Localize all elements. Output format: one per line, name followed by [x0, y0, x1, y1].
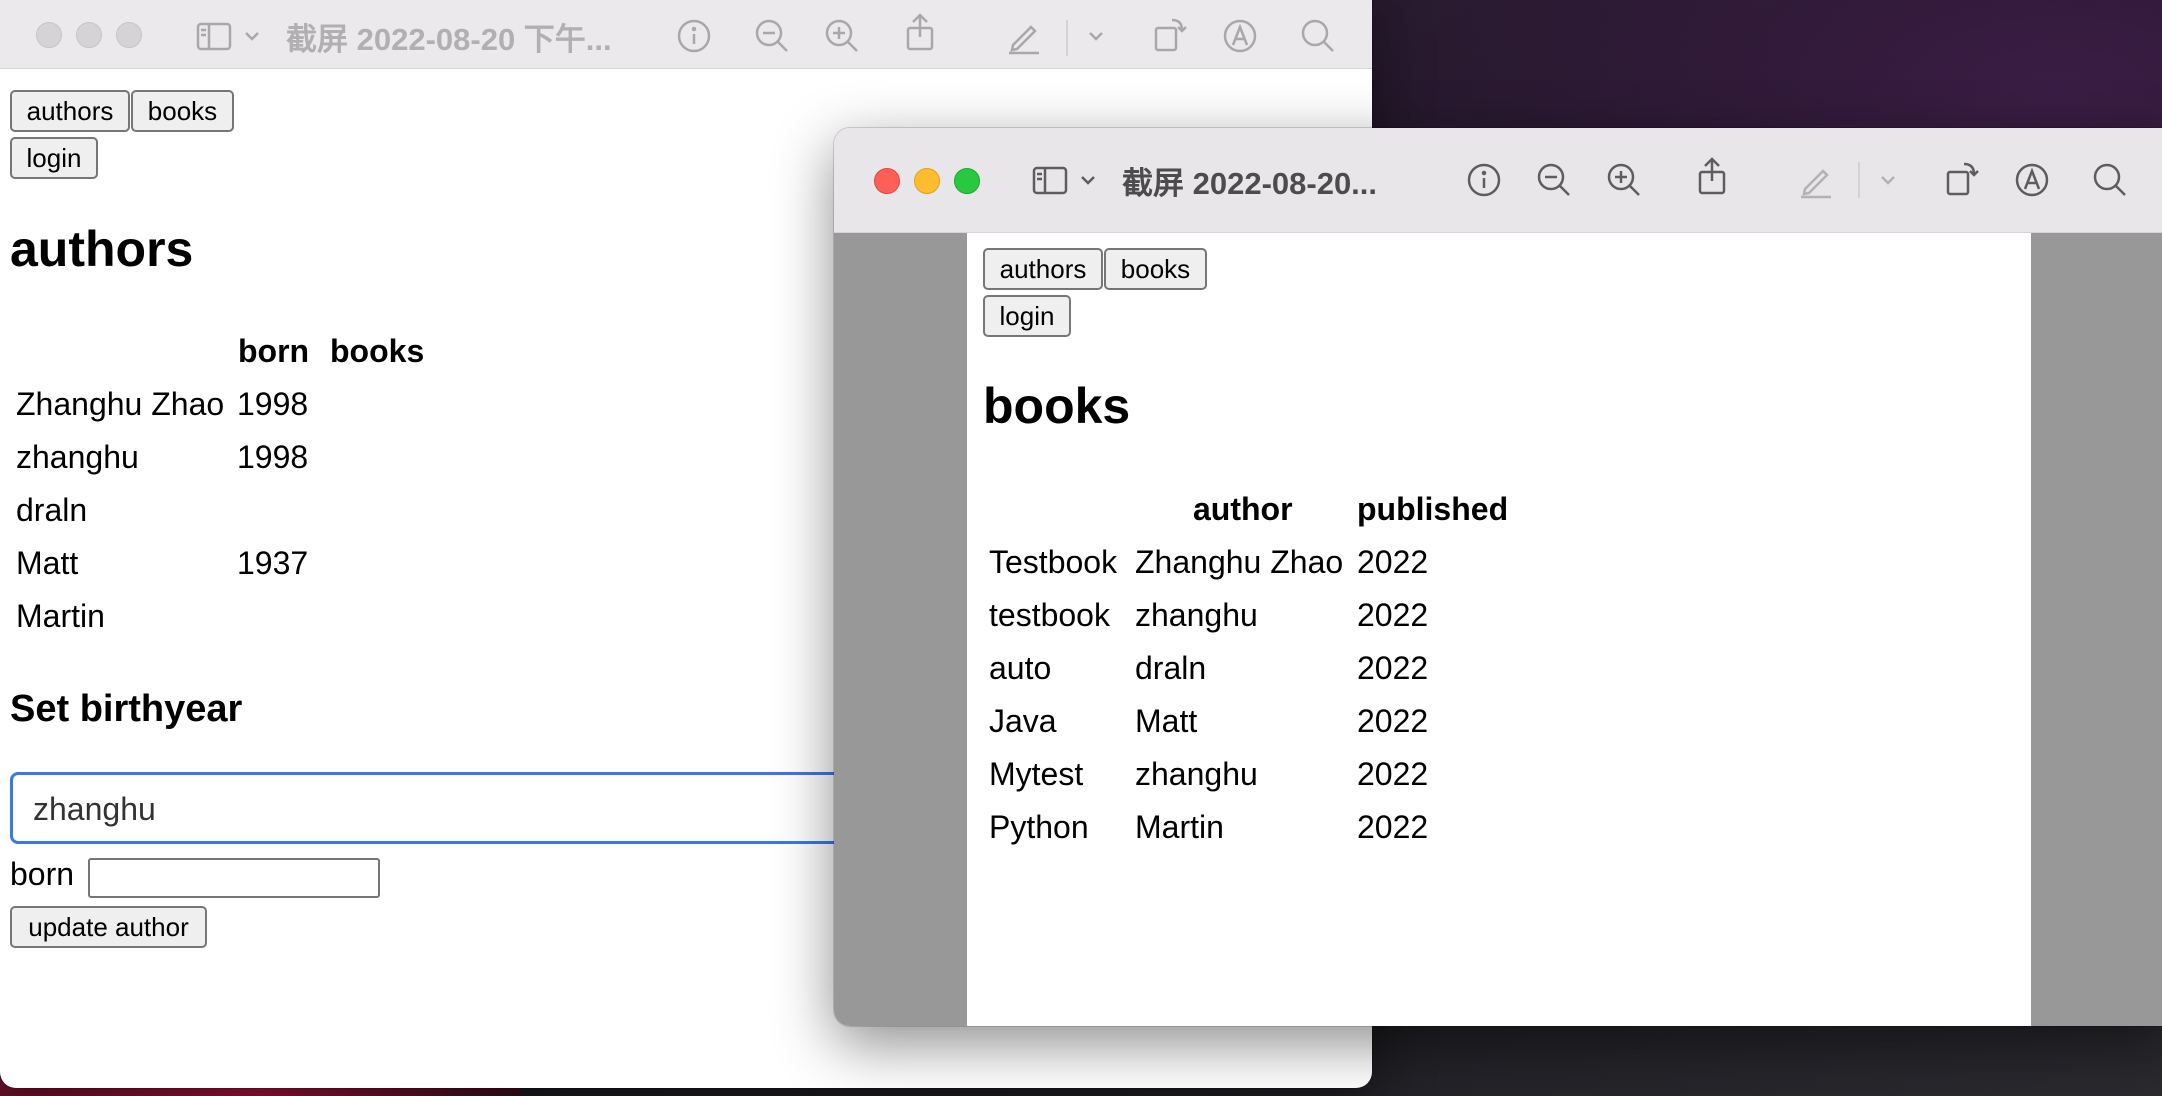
table-cell-born: 1998: [237, 386, 309, 422]
share-icon[interactable]: [1692, 156, 1732, 196]
close-button[interactable]: [36, 22, 62, 48]
table-cell-author: Matt: [1135, 703, 1198, 739]
sidebar-icon[interactable]: [1030, 160, 1070, 200]
table-cell-author: draln: [1135, 650, 1207, 686]
born-label: born: [10, 856, 75, 892]
update-author-button[interactable]: update author: [10, 906, 207, 948]
set-birthyear-heading: Set birthyear: [10, 688, 243, 730]
table-cell-title: Java: [989, 703, 1057, 739]
zoom-in-icon[interactable]: [1604, 160, 1644, 200]
info-icon[interactable]: [1464, 160, 1504, 200]
table-cell-name: zhanghu: [16, 439, 139, 475]
table-cell-name: Martin: [16, 598, 105, 634]
window-titlebar[interactable]: 截屏 2022-08-20...: [834, 128, 2162, 233]
table-cell-author: zhanghu: [1135, 597, 1258, 633]
table-cell-author: zhanghu: [1135, 756, 1258, 792]
table-cell-title: Python: [989, 809, 1089, 845]
login-nav-button[interactable]: login: [10, 137, 98, 179]
preview-window-books[interactable]: 截屏 2022-08-20... authors books login boo…: [834, 128, 2162, 1026]
markup-pen-icon[interactable]: [1004, 16, 1044, 56]
table-cell-title: testbook: [989, 597, 1110, 633]
annotate-icon[interactable]: [1220, 16, 1260, 56]
search-icon[interactable]: [2090, 160, 2130, 200]
rotate-icon[interactable]: [1942, 158, 1982, 198]
page-heading: books: [983, 378, 1131, 434]
table-cell-published: 2022: [1357, 703, 1429, 739]
window-titlebar[interactable]: 截屏 2022-08-20 下午...: [0, 0, 1372, 69]
table-cell-name: Zhanghu Zhao: [16, 386, 225, 422]
share-icon[interactable]: [900, 12, 940, 52]
toolbar-separator: [1066, 20, 1068, 56]
books-nav-button[interactable]: books: [1104, 248, 1207, 290]
table-cell-title: Mytest: [989, 756, 1084, 792]
zoom-button[interactable]: [116, 22, 142, 48]
search-icon[interactable]: [1298, 16, 1338, 56]
table-header-author: author: [1193, 491, 1293, 527]
authors-nav-button[interactable]: authors: [983, 248, 1103, 290]
authors-nav-button[interactable]: authors: [10, 90, 130, 132]
table-cell-author: Zhanghu Zhao: [1135, 544, 1344, 580]
sidebar-icon[interactable]: [194, 16, 234, 56]
page-heading: authors: [10, 221, 194, 277]
table-cell-author: Martin: [1135, 809, 1224, 845]
books-nav-button[interactable]: books: [131, 90, 234, 132]
window-title: 截屏 2022-08-20...: [1122, 166, 1378, 201]
zoom-button[interactable]: [954, 168, 980, 194]
table-header-published: published: [1357, 491, 1509, 527]
chevron-down-icon[interactable]: [1876, 160, 1900, 200]
table-cell-published: 2022: [1357, 650, 1429, 686]
window-title: 截屏 2022-08-20 下午...: [286, 22, 612, 57]
login-nav-button[interactable]: login: [983, 295, 1071, 337]
table-cell-name: Matt: [16, 545, 79, 581]
close-button[interactable]: [874, 168, 900, 194]
chevron-down-icon[interactable]: [240, 16, 264, 56]
rotate-icon[interactable]: [1150, 14, 1190, 54]
zoom-out-icon[interactable]: [1534, 160, 1574, 200]
markup-pen-icon[interactable]: [1796, 160, 1836, 200]
table-header-books: books: [330, 333, 425, 369]
table-cell-published: 2022: [1357, 809, 1429, 845]
table-cell-born: 1937: [237, 545, 309, 581]
chevron-down-icon[interactable]: [1084, 16, 1108, 56]
table-cell-title: Testbook: [989, 544, 1118, 580]
info-icon[interactable]: [674, 16, 714, 56]
table-cell-published: 2022: [1357, 597, 1429, 633]
table-header-born: born: [238, 333, 310, 369]
annotate-icon[interactable]: [2012, 160, 2052, 200]
minimize-button[interactable]: [914, 168, 940, 194]
webpage-books: authors books login books author publish…: [967, 233, 2031, 1026]
document-viewport[interactable]: authors books login books author publish…: [834, 233, 2162, 1026]
toolbar-separator: [1858, 162, 1860, 198]
zoom-out-icon[interactable]: [752, 16, 792, 56]
table-cell-published: 2022: [1357, 544, 1429, 580]
zoom-in-icon[interactable]: [822, 16, 862, 56]
minimize-button[interactable]: [76, 22, 102, 48]
author-select-value: zhanghu: [33, 791, 156, 827]
table-cell-published: 2022: [1357, 756, 1429, 792]
table-cell-born: 1998: [237, 439, 309, 475]
table-cell-title: auto: [989, 650, 1052, 686]
chevron-down-icon[interactable]: [1076, 160, 1100, 200]
born-input[interactable]: [88, 858, 380, 898]
table-cell-name: draln: [16, 492, 88, 528]
